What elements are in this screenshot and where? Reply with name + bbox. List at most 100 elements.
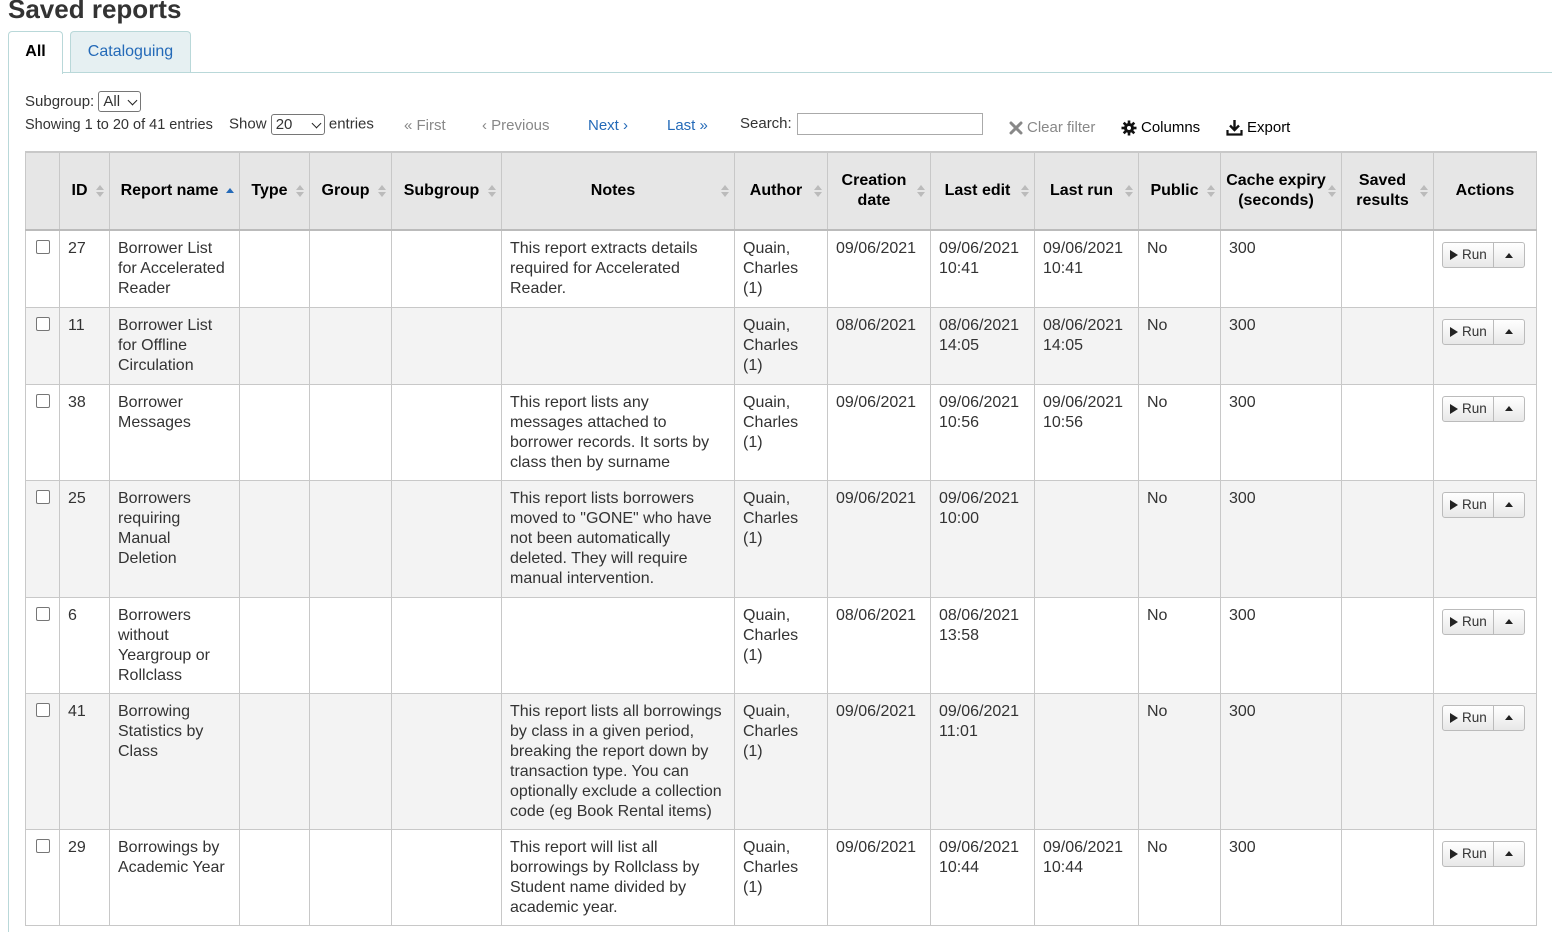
pager-next[interactable]: Next › [588,117,628,134]
cell-creation-date: 09/06/2021 [827,384,931,481]
cell-last-edit: 08/06/2021 14:05 [930,307,1035,385]
col-notes[interactable]: Notes [501,151,735,231]
run-button[interactable]: Run [1443,319,1494,344]
actions-dropdown-toggle[interactable] [1494,493,1524,517]
actions-dropdown-toggle[interactable] [1494,243,1524,267]
table-row: 6 Borrowers without Yeargroup or Rollclas… [25,597,1537,694]
row-checkbox[interactable] [35,393,50,408]
page-length: Show 20 entries [229,114,374,135]
columns-label: Columns [1141,119,1201,136]
cell-id: 41 [59,693,110,830]
cell-cache-expiry: 300 [1220,307,1342,385]
cell-saved-results [1341,230,1434,308]
cell-select [25,230,60,308]
cell-creation-date: 08/06/2021 [827,597,931,694]
run-button[interactable]: Run [1443,396,1494,421]
run-button[interactable]: Run [1443,705,1494,730]
cell-author: Quain, Charles (1) [734,480,828,598]
cell-select [25,597,60,694]
pager-first[interactable]: « First [404,117,446,134]
sort-icon [1021,184,1029,198]
cell-saved-results [1341,829,1434,926]
tab-all[interactable]: All [8,31,63,74]
col-saved-results[interactable]: Saved results [1341,151,1434,231]
col-select [25,151,60,231]
actions-dropdown-toggle[interactable] [1494,610,1524,634]
export-button[interactable]: Export [1226,119,1290,136]
run-button[interactable]: Run [1443,609,1494,634]
search-input[interactable] [797,113,983,135]
tab-cataloguing[interactable]: Cataloguing [70,31,191,73]
cell-last-run [1034,597,1139,694]
cell-notes: This report lists any messages attached … [501,384,735,481]
cell-notes: This report extracts details required fo… [501,230,735,308]
col-group[interactable]: Group [309,151,392,231]
cell-last-edit: 08/06/2021 13:58 [930,597,1035,694]
col-public[interactable]: Public [1138,151,1221,231]
cell-saved-results [1341,693,1434,830]
cell-public: No [1138,384,1221,481]
cell-group [309,480,392,598]
col-notes-label: Notes [590,182,636,199]
col-author-label: Author [749,182,803,199]
pager-last[interactable]: Last » [667,117,708,134]
caret-up-icon [1504,502,1513,507]
cell-type [239,597,310,694]
actions-dropdown-toggle[interactable] [1494,397,1524,421]
cell-author: Quain, Charles (1) [734,230,828,308]
run-button-group: Run [1442,318,1525,345]
col-subgroup[interactable]: Subgroup [391,151,502,231]
run-label: Run [1462,845,1487,861]
cell-saved-results [1341,597,1434,694]
show-label: Show [229,115,267,133]
row-checkbox[interactable] [35,240,50,254]
col-id[interactable]: ID [59,151,110,231]
cell-select [25,307,60,385]
cell-type [239,693,310,830]
sort-icon [296,184,304,198]
play-icon [1450,616,1458,627]
col-author[interactable]: Author [734,151,828,231]
row-checkbox[interactable] [35,838,50,853]
page-length-select[interactable]: 20 [270,114,325,135]
run-button[interactable]: Run [1443,243,1494,267]
actions-dropdown-toggle[interactable] [1494,706,1524,730]
col-saved-results-label: Saved results [1356,172,1409,209]
col-type[interactable]: Type [239,151,310,231]
col-report-name[interactable]: Report name [109,151,240,231]
cell-id: 29 [59,829,110,926]
subgroup-filter: Subgroup: All [25,91,142,112]
cell-report-name: Borrowing Statistics by Class [109,693,240,830]
col-last-edit[interactable]: Last edit [930,151,1035,231]
run-button[interactable]: Run [1443,841,1494,866]
cell-actions: Run [1433,307,1537,385]
cell-cache-expiry: 300 [1220,384,1342,481]
cell-select [25,480,60,598]
subgroup-select[interactable]: All [98,91,142,112]
col-subgroup-label: Subgroup [403,182,480,199]
page-title: Saved reports [8,0,182,24]
row-checkbox[interactable] [35,606,50,621]
cell-id: 38 [59,384,110,481]
row-checkbox[interactable] [35,702,50,717]
run-button[interactable]: Run [1443,492,1494,517]
col-creation-date[interactable]: Creation date [827,151,931,231]
sort-icon [488,184,496,198]
col-last-run[interactable]: Last run [1034,151,1139,231]
cell-actions: Run [1433,384,1537,481]
cell-last-edit: 09/06/2021 10:41 [930,230,1035,308]
actions-dropdown-toggle[interactable] [1494,842,1524,866]
clear-filter-button[interactable]: Clear filter [1009,119,1095,136]
row-checkbox[interactable] [35,316,50,331]
clear-filter-label: Clear filter [1027,119,1096,136]
cell-notes [501,307,735,385]
cell-author: Quain, Charles (1) [734,597,828,694]
play-icon [1450,250,1458,260]
row-checkbox[interactable] [35,489,50,504]
col-type-label: Type [251,182,288,199]
pager-previous[interactable]: ‹ Previous [482,117,550,134]
col-cache-expiry[interactable]: Cache expiry (seconds) [1220,151,1342,231]
columns-button[interactable]: Columns [1121,119,1200,136]
actions-dropdown-toggle[interactable] [1494,320,1524,344]
cell-author: Quain, Charles (1) [734,307,828,385]
